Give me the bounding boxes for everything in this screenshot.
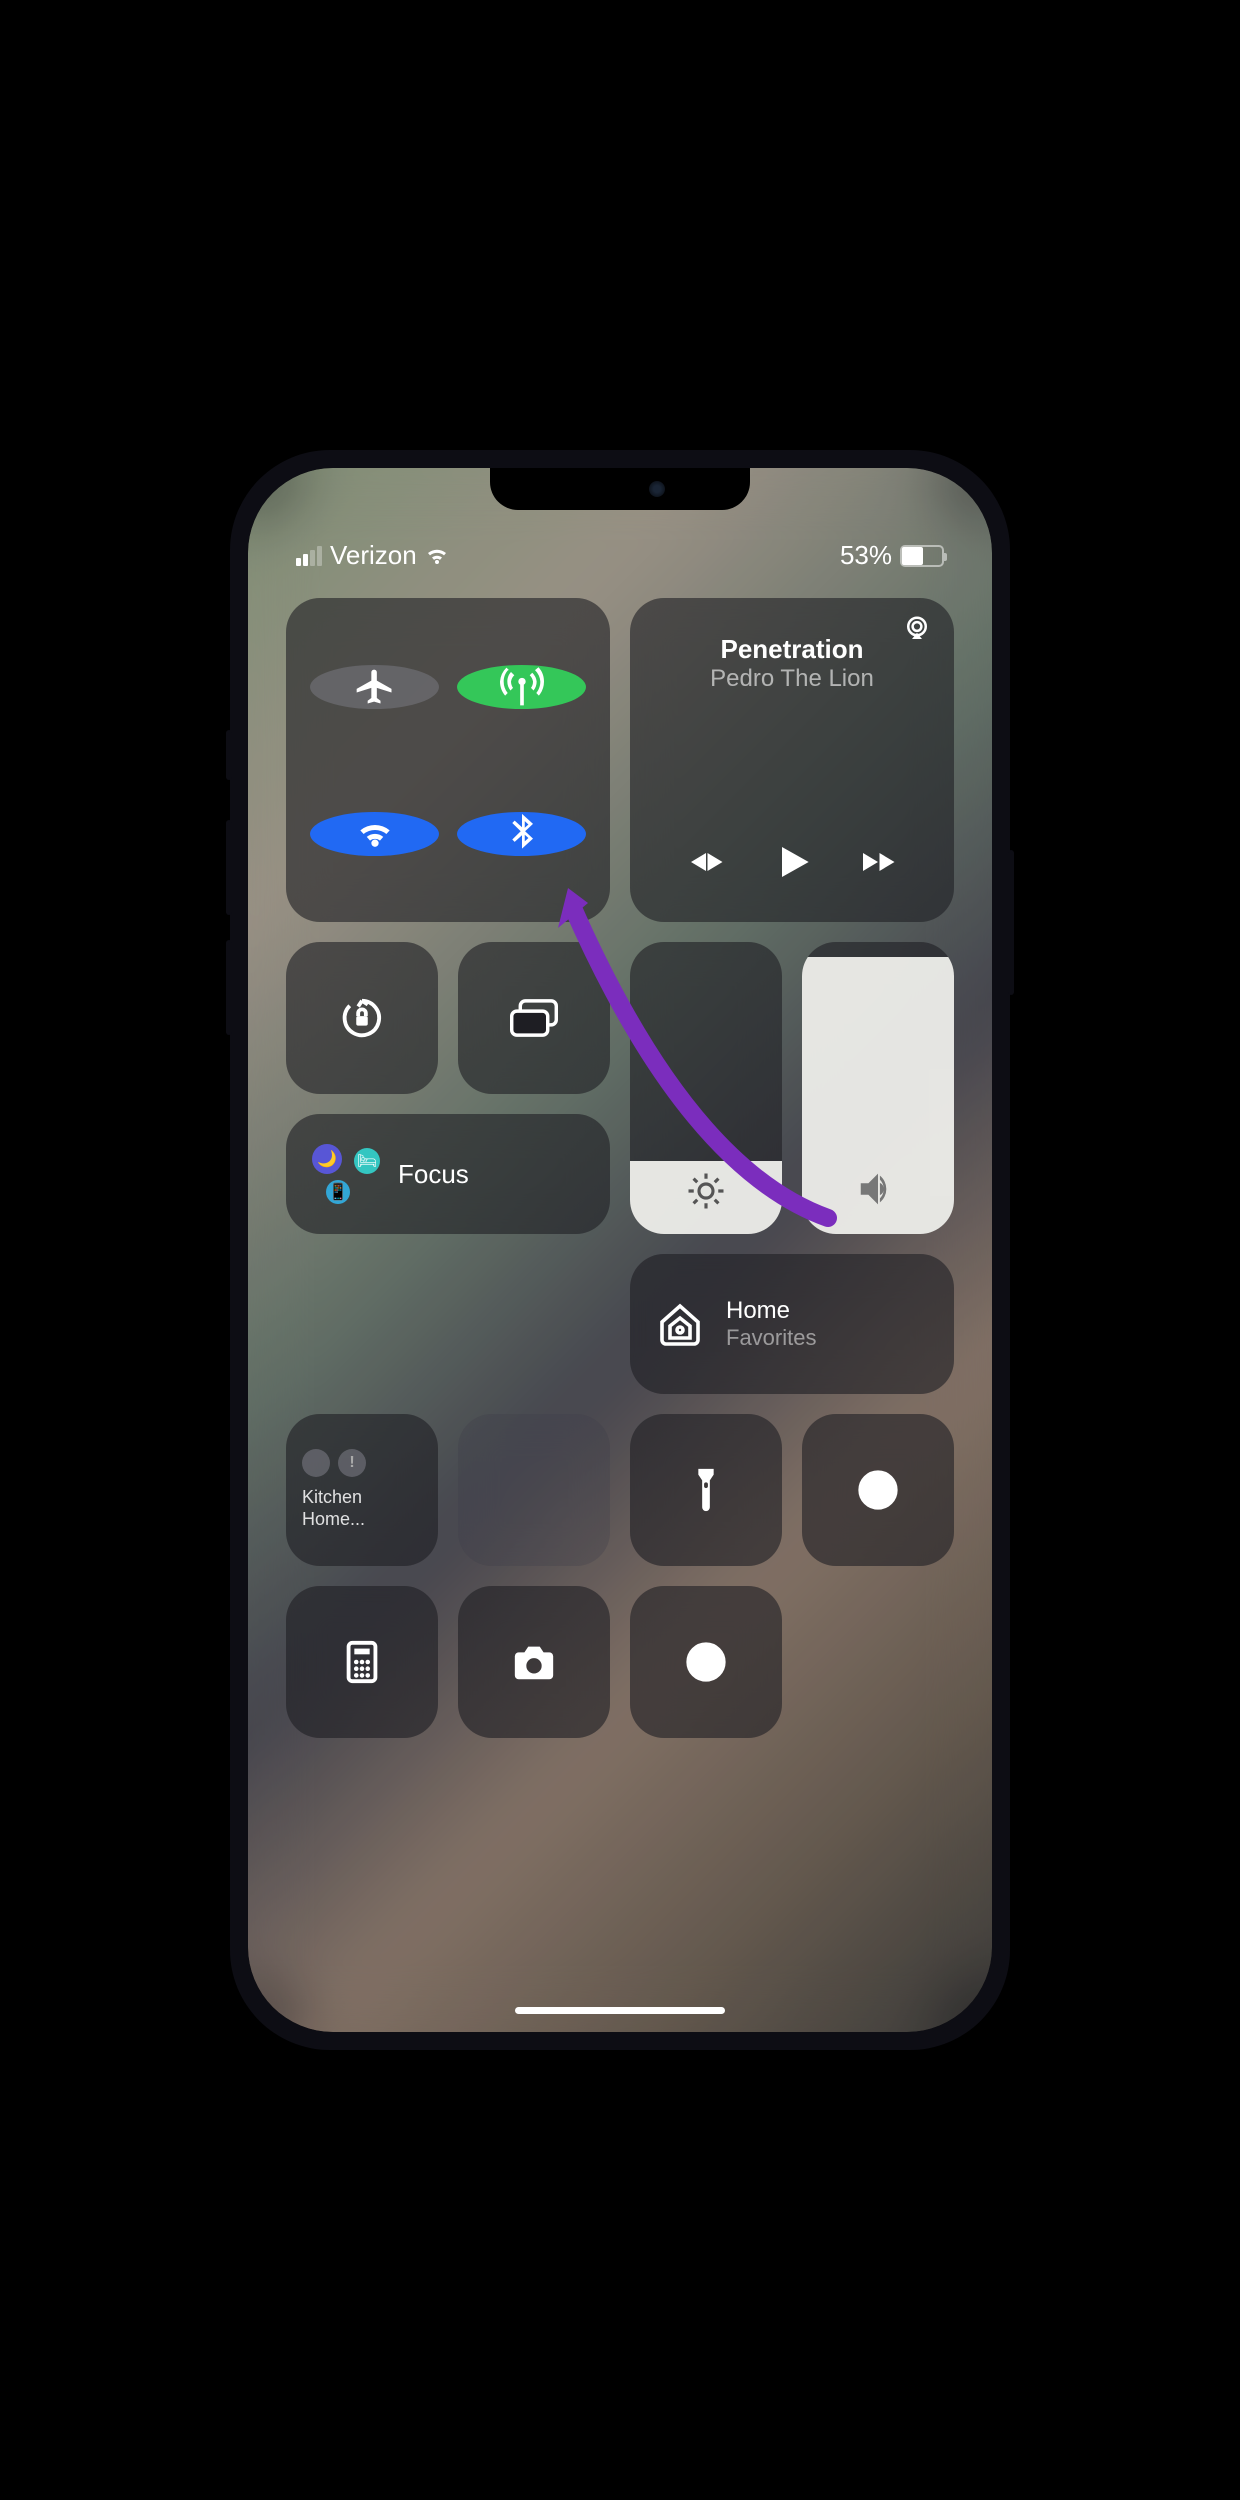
- wifi-icon: [353, 812, 397, 856]
- volume-slider[interactable]: [802, 942, 954, 1234]
- screen: Verizon 53%: [248, 468, 992, 2032]
- flashlight-button[interactable]: [630, 1414, 782, 1566]
- screen-record-button[interactable]: [630, 1586, 782, 1738]
- phone-device-frame: Verizon 53%: [230, 450, 1010, 2050]
- record-icon: [683, 1639, 729, 1685]
- empty-tile: [458, 1414, 610, 1566]
- battery-percent: 53%: [840, 540, 892, 571]
- wifi-toggle[interactable]: [310, 812, 439, 856]
- camera-button[interactable]: [458, 1586, 610, 1738]
- cellular-antenna-icon: [500, 665, 544, 709]
- track-artist: Pedro The Lion: [710, 665, 874, 693]
- home-indicator[interactable]: [515, 2007, 725, 2014]
- home-title: Home: [726, 1297, 816, 1325]
- home-icon: [656, 1300, 704, 1348]
- side-button: [1008, 850, 1014, 995]
- focus-label: Focus: [398, 1159, 469, 1190]
- connectivity-group[interactable]: [286, 598, 610, 922]
- kitchen-line2: Home...: [302, 1509, 365, 1529]
- home-subtitle: Favorites: [726, 1325, 816, 1351]
- battery-icon: [900, 545, 944, 567]
- mute-switch: [226, 730, 232, 780]
- kitchen-line1: Kitchen: [302, 1487, 362, 1507]
- calculator-button[interactable]: [286, 1586, 438, 1738]
- volume-up-button: [226, 820, 232, 915]
- notch: [490, 468, 750, 510]
- brightness-icon: [685, 1170, 727, 1212]
- timer-button[interactable]: [802, 1414, 954, 1566]
- airplay-icon[interactable]: [902, 616, 932, 642]
- screen-mirroring-button[interactable]: [458, 942, 610, 1094]
- bluetooth-toggle[interactable]: [457, 812, 586, 856]
- flashlight-icon: [683, 1467, 729, 1513]
- next-track-button[interactable]: [860, 844, 896, 880]
- carrier-label: Verizon: [330, 540, 417, 571]
- focus-button[interactable]: 🌙 🛏 📱 Focus: [286, 1114, 610, 1234]
- airplane-icon: [353, 665, 397, 709]
- timer-icon: [855, 1467, 901, 1513]
- calculator-icon: [339, 1639, 385, 1685]
- front-camera: [649, 481, 665, 497]
- brightness-slider[interactable]: [630, 942, 782, 1234]
- airplane-mode-toggle[interactable]: [310, 665, 439, 709]
- cellular-data-toggle[interactable]: [457, 665, 586, 709]
- volume-icon: [855, 1166, 901, 1212]
- bluetooth-icon: [500, 812, 544, 856]
- home-favorites-button[interactable]: Home Favorites: [630, 1254, 954, 1394]
- track-title: Penetration: [710, 634, 874, 665]
- previous-track-button[interactable]: [688, 844, 724, 880]
- focus-modes-icon: 🌙 🛏 📱: [310, 1144, 380, 1204]
- volume-down-button: [226, 940, 232, 1035]
- cellular-signal-icon: [296, 546, 322, 566]
- wifi-status-icon: [425, 546, 449, 566]
- orientation-lock-toggle[interactable]: [286, 942, 438, 1094]
- homepod-kitchen-button[interactable]: ! KitchenHome...: [286, 1414, 438, 1566]
- camera-icon: [511, 1639, 557, 1685]
- play-button[interactable]: [772, 842, 812, 882]
- homepod-icon: !: [302, 1449, 366, 1477]
- status-bar: Verizon 53%: [248, 540, 992, 571]
- now-playing-tile[interactable]: Penetration Pedro The Lion: [630, 598, 954, 922]
